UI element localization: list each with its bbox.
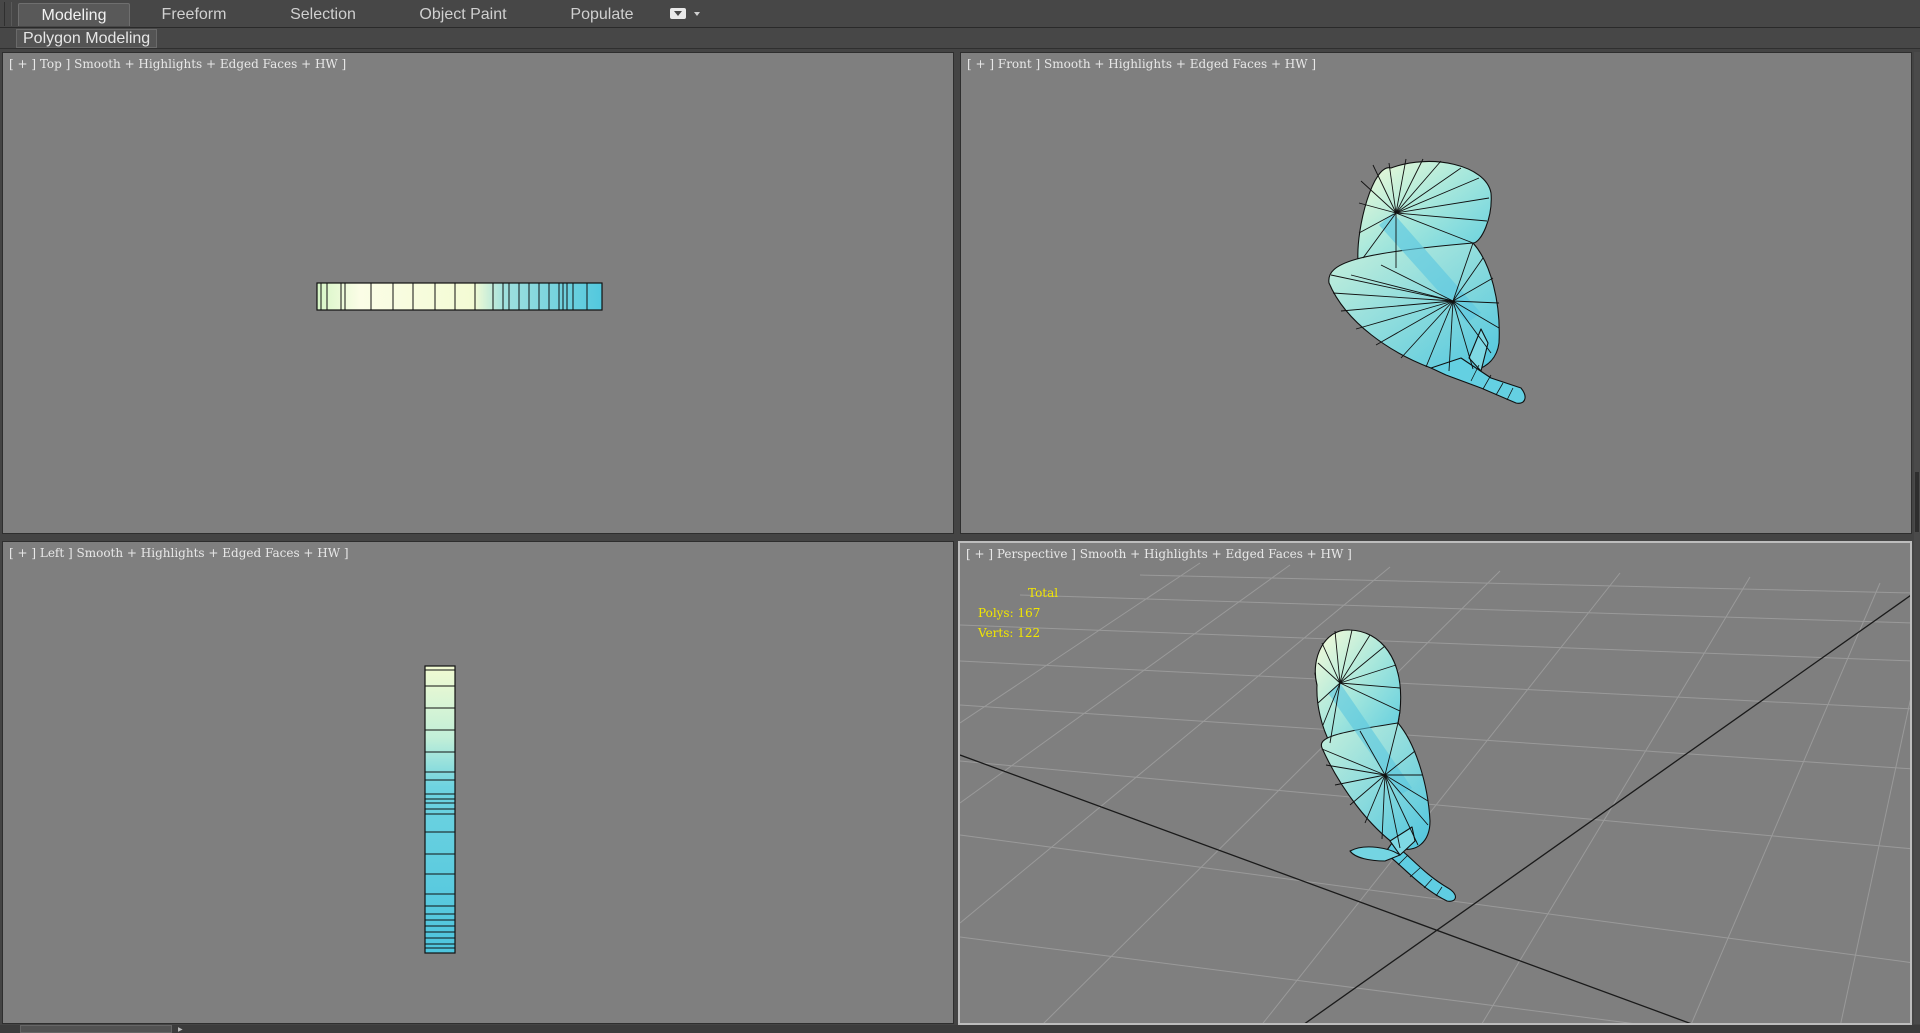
tab-modeling[interactable]: Modeling xyxy=(18,3,130,26)
perspective-grid-and-mesh xyxy=(960,562,1910,1023)
stats-polys: Polys: 167 xyxy=(978,606,1041,620)
leaf-mesh-top[interactable] xyxy=(316,282,603,311)
viewport-left[interactable]: [ + ] Left ] Smooth + Highlights + Edged… xyxy=(2,541,954,1024)
dropdown-toggle-icon xyxy=(670,8,686,19)
viewport-layout-edge[interactable] xyxy=(1914,52,1920,1024)
ribbon-tab-bar: Modeling Freeform Selection Object Paint… xyxy=(0,0,1920,28)
tab-object-paint[interactable]: Object Paint xyxy=(410,3,516,26)
panel-polygon-modeling[interactable]: Polygon Modeling xyxy=(16,29,158,48)
max-main-window: Modeling Freeform Selection Object Paint… xyxy=(0,0,1920,1033)
tab-populate[interactable]: Populate xyxy=(556,3,648,26)
leaf-mesh-perspective[interactable] xyxy=(1314,629,1456,902)
tab-selection[interactable]: Selection xyxy=(276,3,370,26)
world-axes xyxy=(960,595,1910,1023)
stats-verts: Verts: 122 xyxy=(978,626,1041,640)
tab-freeform[interactable]: Freeform xyxy=(146,3,242,26)
leaf-mesh-left[interactable] xyxy=(424,665,456,954)
ribbon-options-button[interactable] xyxy=(670,6,704,22)
time-slider[interactable]: ▶ xyxy=(0,1025,1920,1033)
home-grid xyxy=(960,562,1910,1023)
chevron-down-icon xyxy=(694,12,700,16)
top-view-mesh xyxy=(316,282,603,311)
left-view-mesh xyxy=(424,665,456,954)
viewport-front[interactable]: [ + ] Front ] Smooth + Highlights + Edge… xyxy=(960,52,1912,534)
stats-total-heading: Total xyxy=(1028,586,1059,600)
viewport-top[interactable]: [ + ] Top ] Smooth + Highlights + Edged … xyxy=(2,52,954,534)
ribbon-panel-row: Polygon Modeling xyxy=(0,28,1920,49)
leaf-mesh-front[interactable] xyxy=(1328,158,1526,404)
ribbon-grip-handle[interactable] xyxy=(4,2,12,26)
front-view-mesh xyxy=(1328,158,1526,404)
edge-handle[interactable] xyxy=(1915,472,1919,532)
viewport-statistics: Total Polys: 167 Verts: 122 xyxy=(978,583,1058,643)
viewport-perspective-label[interactable]: [ + ] Perspective ] Smooth + Highlights … xyxy=(966,547,1352,561)
time-slider-thumb[interactable] xyxy=(20,1025,172,1033)
time-slider-next-icon[interactable]: ▶ xyxy=(178,1026,183,1033)
viewport-perspective[interactable]: [ + ] Perspective ] Smooth + Highlights … xyxy=(958,541,1912,1025)
